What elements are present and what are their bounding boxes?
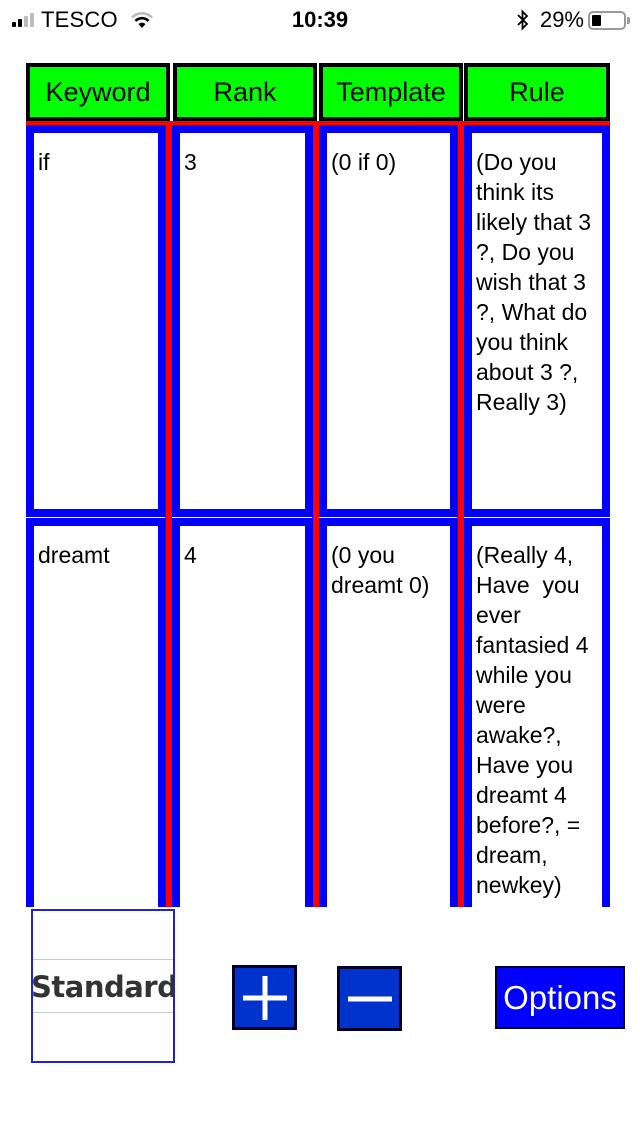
separator: [165, 121, 172, 907]
cell-keyword[interactable]: dreamt: [26, 518, 166, 907]
cell-rule[interactable]: (Really 4, Have you ever fantasied 4 whi…: [464, 518, 610, 907]
remove-button[interactable]: [337, 966, 402, 1031]
cell-rule[interactable]: (Do you think its likely that 3 ?, Do yo…: [464, 125, 610, 517]
header-rank[interactable]: Rank: [173, 63, 317, 121]
cell-rank[interactable]: 4: [172, 518, 313, 907]
separator: [457, 121, 464, 907]
picker-selected-value[interactable]: Standard: [33, 970, 173, 1004]
plus-icon: [242, 975, 287, 1020]
header-rule[interactable]: Rule: [464, 63, 610, 121]
header-keyword[interactable]: Keyword: [26, 63, 170, 121]
picker-divider: [33, 959, 173, 960]
add-button[interactable]: [232, 965, 297, 1030]
header-template[interactable]: Template: [319, 63, 463, 121]
cell-template[interactable]: (0 if 0): [319, 125, 458, 517]
cell-template[interactable]: (0 you dreamt 0): [319, 518, 458, 907]
options-button[interactable]: Options: [495, 966, 625, 1029]
picker-divider: [33, 1012, 173, 1013]
minus-icon: [347, 996, 392, 1001]
separator: [312, 121, 319, 907]
mode-picker[interactable]: Standard: [31, 909, 175, 1063]
cell-keyword[interactable]: if: [26, 125, 166, 517]
cell-rank[interactable]: 3: [172, 125, 313, 517]
keyword-table: Keyword Rank Template Rule if 3 (0 if 0)…: [0, 0, 640, 907]
